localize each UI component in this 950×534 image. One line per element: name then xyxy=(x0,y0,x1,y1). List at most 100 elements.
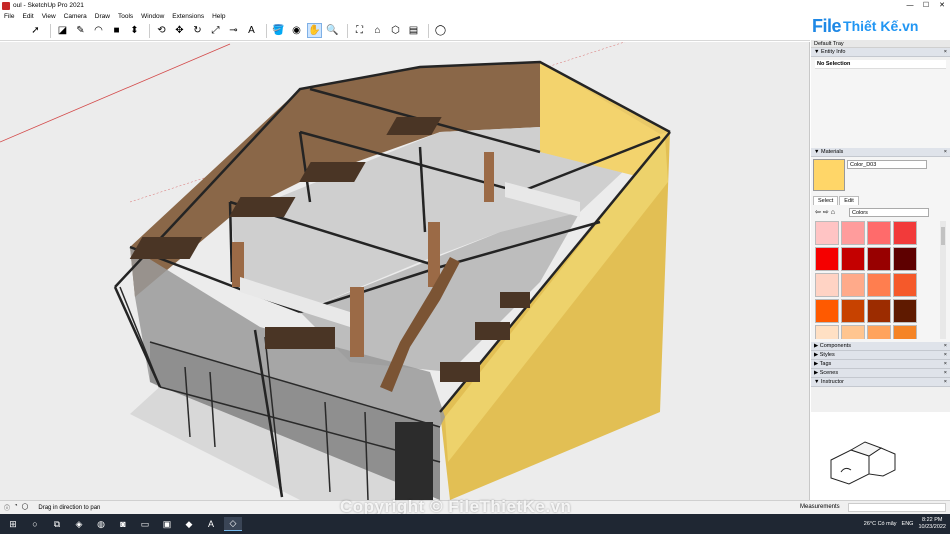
autocad-icon[interactable]: A xyxy=(202,517,220,531)
shapes-icon[interactable]: ■ xyxy=(109,23,124,38)
rotate-icon[interactable]: ↻ xyxy=(190,23,205,38)
remote-icon[interactable]: ◆ xyxy=(180,517,198,531)
close-icon[interactable]: × xyxy=(944,148,947,157)
weather-widget[interactable]: 26°C Có mây xyxy=(864,521,897,527)
color-swatch[interactable] xyxy=(815,325,839,339)
color-swatch[interactable] xyxy=(841,299,865,323)
pan-icon[interactable]: ✋ xyxy=(307,23,322,38)
eraser-icon[interactable]: ◪ xyxy=(55,23,70,38)
color-swatch[interactable] xyxy=(893,273,917,297)
color-swatch[interactable] xyxy=(867,247,891,271)
color-swatch[interactable] xyxy=(867,221,891,245)
warehouse-icon[interactable]: ⌂ xyxy=(370,23,385,38)
close-icon[interactable]: × xyxy=(944,369,947,378)
maximize-button[interactable]: ☐ xyxy=(918,0,934,11)
menu-tools[interactable]: Tools xyxy=(114,13,137,20)
measurements-input[interactable] xyxy=(848,503,946,512)
color-swatch[interactable] xyxy=(815,273,839,297)
tags-header[interactable]: ▶ Tags × xyxy=(811,360,950,369)
current-material-swatch[interactable] xyxy=(813,159,845,191)
swatch-scrollbar[interactable] xyxy=(940,221,946,339)
entity-info-header[interactable]: ▼ Entity Info × xyxy=(811,48,950,57)
close-icon[interactable]: × xyxy=(944,351,947,360)
components-header[interactable]: ▶ Components × xyxy=(811,342,950,351)
color-swatch[interactable] xyxy=(815,221,839,245)
color-swatch[interactable] xyxy=(841,273,865,297)
tab-select[interactable]: Select xyxy=(813,196,839,205)
zoom-extents-icon[interactable]: ⛶ xyxy=(352,23,367,38)
tab-edit[interactable]: Edit xyxy=(839,196,859,205)
messenger-icon[interactable]: ◈ xyxy=(70,517,88,531)
text-icon[interactable]: A xyxy=(244,23,259,38)
window-title: oul - SketchUp Pro 2021 xyxy=(13,2,84,9)
pencil-icon[interactable]: ✎ xyxy=(73,23,88,38)
scenes-label: Scenes xyxy=(819,370,839,376)
model-viewport[interactable] xyxy=(0,42,810,500)
orbit-icon[interactable]: ◉ xyxy=(289,23,304,38)
color-swatch[interactable] xyxy=(893,325,917,339)
close-icon[interactable]: × xyxy=(944,342,947,351)
scale-icon[interactable]: ⤢ xyxy=(208,23,223,38)
close-icon[interactable]: × xyxy=(944,48,947,57)
menu-extensions[interactable]: Extensions xyxy=(168,13,208,20)
material-name-field[interactable]: Color_D03 xyxy=(847,160,927,169)
material-nav-icons[interactable]: ⇦⇨⌂ xyxy=(815,208,837,216)
scroll-thumb[interactable] xyxy=(941,227,945,245)
search-taskbar-icon[interactable]: ○ xyxy=(26,517,44,531)
zalo-icon[interactable]: ◙ xyxy=(114,517,132,531)
color-swatch[interactable] xyxy=(815,247,839,271)
instructor-header[interactable]: ▼ Instructor × xyxy=(811,378,950,387)
menu-file[interactable]: File xyxy=(0,13,18,20)
collection-dropdown[interactable]: Colors xyxy=(849,208,929,217)
color-swatch[interactable] xyxy=(841,247,865,271)
menu-edit[interactable]: Edit xyxy=(18,13,37,20)
close-icon[interactable]: × xyxy=(944,360,947,369)
sketchup-logo-icon xyxy=(2,1,10,10)
photos-icon[interactable]: ▣ xyxy=(158,517,176,531)
geo-icon[interactable]: ◔ xyxy=(14,503,18,512)
title-bar: oul - SketchUp Pro 2021 — ☐ ✕ xyxy=(0,0,950,11)
language-indicator[interactable]: ENG xyxy=(902,521,914,527)
color-swatch[interactable] xyxy=(867,325,891,339)
offset-icon[interactable]: ⟲ xyxy=(154,23,169,38)
select-icon[interactable]: ➚ xyxy=(28,23,43,38)
color-swatch[interactable] xyxy=(841,325,865,339)
tape-measure-icon[interactable]: ⊸ xyxy=(226,23,241,38)
layout-icon[interactable]: ▤ xyxy=(406,23,421,38)
color-swatch[interactable] xyxy=(841,221,865,245)
color-swatch[interactable] xyxy=(867,273,891,297)
status-hint: Drag in direction to pan xyxy=(38,504,101,511)
menu-window[interactable]: Window xyxy=(137,13,168,20)
windows-start-icon[interactable]: ⊞ xyxy=(4,517,22,531)
sketchup-icon[interactable]: ◇ xyxy=(224,517,242,531)
color-swatch[interactable] xyxy=(867,299,891,323)
task-view-icon[interactable]: ⧉ xyxy=(48,517,66,531)
minimize-button[interactable]: — xyxy=(902,0,918,11)
brick-column-1 xyxy=(350,287,364,357)
color-swatch[interactable] xyxy=(893,221,917,245)
clock[interactable]: 8:22 PM 10/23/2022 xyxy=(918,517,946,531)
extension-warehouse-icon[interactable]: ⬡ xyxy=(388,23,403,38)
zoom-icon[interactable]: 🔍 xyxy=(325,23,340,38)
chrome-icon[interactable]: ◍ xyxy=(92,517,110,531)
push-pull-icon[interactable]: ⬍ xyxy=(127,23,142,38)
info-icon[interactable]: ⓘ xyxy=(4,503,10,512)
menu-view[interactable]: View xyxy=(38,13,60,20)
scenes-header[interactable]: ▶ Scenes × xyxy=(811,369,950,378)
file-explorer-icon[interactable]: ▭ xyxy=(136,517,154,531)
styles-header[interactable]: ▶ Styles × xyxy=(811,351,950,360)
color-swatch[interactable] xyxy=(893,247,917,271)
arc-icon[interactable]: ◠ xyxy=(91,23,106,38)
color-swatch[interactable] xyxy=(815,299,839,323)
user-icon[interactable]: ◯ xyxy=(22,503,29,512)
close-icon[interactable]: × xyxy=(944,378,947,387)
materials-header[interactable]: ▼ Materials × xyxy=(811,148,950,157)
close-button[interactable]: ✕ xyxy=(934,0,950,11)
color-swatch[interactable] xyxy=(893,299,917,323)
menu-camera[interactable]: Camera xyxy=(60,13,91,20)
menu-draw[interactable]: Draw xyxy=(91,13,114,20)
move-icon[interactable]: ✥ xyxy=(172,23,187,38)
paint-bucket-icon[interactable]: 🪣 xyxy=(271,23,286,38)
menu-help[interactable]: Help xyxy=(208,13,229,20)
account-icon[interactable]: ◯ xyxy=(433,23,448,38)
